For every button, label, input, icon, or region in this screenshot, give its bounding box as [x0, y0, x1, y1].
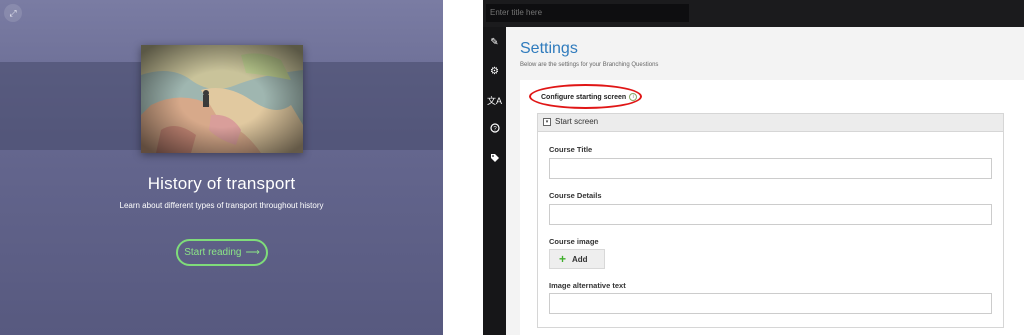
tag-icon[interactable]: [483, 153, 506, 169]
editor-sidebar: ✎ ⚙ 文A ?: [483, 27, 506, 335]
course-details-input[interactable]: [549, 204, 992, 225]
image-alt-label: Image alternative text: [549, 281, 626, 290]
plus-icon: +: [559, 252, 567, 266]
pencil-icon[interactable]: ✎: [483, 35, 506, 51]
translate-icon[interactable]: 文A: [483, 93, 506, 109]
course-title-label: Course Title: [549, 145, 593, 154]
add-image-button[interactable]: + Add: [549, 249, 605, 269]
settings-title: Settings: [520, 40, 578, 57]
course-details-label: Course Details: [549, 191, 602, 200]
course-title-input[interactable]: [549, 158, 992, 179]
start-reading-button[interactable]: Start reading ⟶: [176, 239, 268, 266]
arrow-right-icon: ⟶: [245, 247, 260, 258]
collapse-toggle-icon[interactable]: ▾: [543, 118, 551, 126]
expand-icon[interactable]: ⤢: [4, 4, 22, 22]
settings-description: Below are the settings for your Branchin…: [520, 62, 659, 68]
start-button-label: Start reading: [184, 247, 242, 258]
image-alt-input[interactable]: [549, 293, 992, 314]
add-button-label: Add: [572, 255, 588, 264]
course-image-label: Course image: [549, 237, 599, 246]
help-icon[interactable]: ?: [483, 123, 506, 139]
course-subtitle: Learn about different types of transport…: [119, 201, 324, 210]
screenshot-root: ⤢ History of transport Learn about diffe…: [0, 0, 1024, 335]
start-screen-group-header[interactable]: [537, 113, 1004, 132]
course-preview-panel: ⤢ History of transport Learn about diffe…: [0, 0, 443, 335]
gear-icon[interactable]: ⚙: [483, 64, 506, 80]
title-input[interactable]: [486, 4, 689, 22]
editor-topbar: [483, 0, 1024, 27]
course-image: [141, 45, 303, 153]
highlight-annotation: [529, 84, 642, 109]
start-screen-label: Start screen: [555, 117, 599, 126]
course-title: History of transport: [147, 174, 296, 193]
map-photo: [141, 45, 303, 153]
